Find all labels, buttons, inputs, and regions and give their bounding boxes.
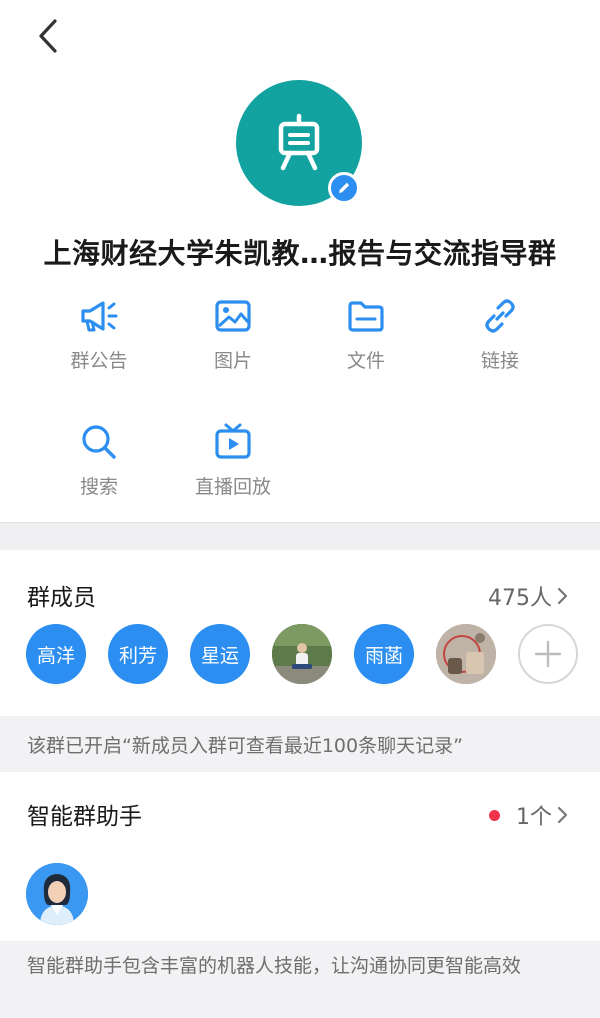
unread-dot — [489, 809, 500, 821]
tv-play-icon — [215, 423, 251, 459]
member-avatar-photo[interactable] — [272, 624, 332, 684]
tool-label: 直播回放 — [194, 476, 271, 498]
assistant-description: 智能群助手包含丰富的机器人技能，让沟通协同更智能高效 — [0, 941, 600, 1018]
member-avatar[interactable]: 高洋 — [26, 624, 86, 684]
photo-avatar — [272, 624, 332, 684]
tool-label: 搜索 — [79, 476, 118, 498]
tool-files[interactable]: 文件 — [299, 296, 433, 373]
chevron-left-icon — [39, 19, 57, 53]
section-divider — [0, 522, 600, 550]
group-name[interactable]: 上海财经大学朱凯教…报告与交流指导群 — [0, 232, 600, 272]
tool-label: 群公告 — [70, 350, 128, 372]
megaphone-icon — [81, 301, 118, 332]
search-icon — [82, 425, 116, 459]
link-icon — [485, 299, 515, 333]
presentation-board-icon — [278, 113, 320, 171]
photo-avatar — [436, 624, 496, 684]
tool-announcement[interactable]: 群公告 — [32, 296, 166, 373]
add-member-button[interactable] — [518, 624, 578, 684]
assistant-bot-avatar[interactable] — [26, 863, 88, 925]
pencil-icon — [339, 182, 350, 193]
member-avatar-photo[interactable] — [436, 624, 496, 684]
history-notice: 该群已开启“新成员入群可查看最近100条聊天记录” — [0, 716, 600, 772]
member-avatar[interactable]: 利芳 — [108, 624, 168, 684]
chevron-right-icon — [557, 587, 568, 605]
tool-images[interactable]: 图片 — [166, 296, 300, 373]
member-avatar[interactable]: 星运 — [190, 624, 250, 684]
members-count: 475人 — [488, 586, 552, 611]
tool-label: 图片 — [213, 350, 252, 372]
members-title: 群成员 — [27, 585, 96, 611]
members-count-link[interactable]: 475人 — [488, 580, 570, 612]
tool-label: 链接 — [480, 350, 519, 372]
robot-assistant-avatar — [26, 863, 88, 925]
edit-avatar-button[interactable] — [328, 172, 360, 204]
tool-label: 文件 — [346, 350, 385, 372]
back-button[interactable] — [30, 16, 66, 56]
image-icon — [215, 300, 251, 332]
group-avatar-container[interactable] — [236, 80, 362, 206]
tool-links[interactable]: 链接 — [433, 296, 567, 373]
tool-search[interactable]: 搜索 — [32, 422, 166, 499]
chevron-right-icon — [557, 806, 568, 824]
folder-icon — [348, 301, 384, 332]
assistant-count-link[interactable]: 1个 — [489, 799, 570, 831]
assistant-count: 1个 — [516, 805, 552, 830]
member-avatar[interactable]: 雨菡 — [354, 624, 414, 684]
tool-live-replay[interactable]: 直播回放 — [166, 422, 300, 499]
assistant-title: 智能群助手 — [27, 804, 142, 830]
plus-icon — [534, 640, 562, 668]
member-avatars: 高洋 利芳 星运 雨菡 — [26, 624, 578, 684]
